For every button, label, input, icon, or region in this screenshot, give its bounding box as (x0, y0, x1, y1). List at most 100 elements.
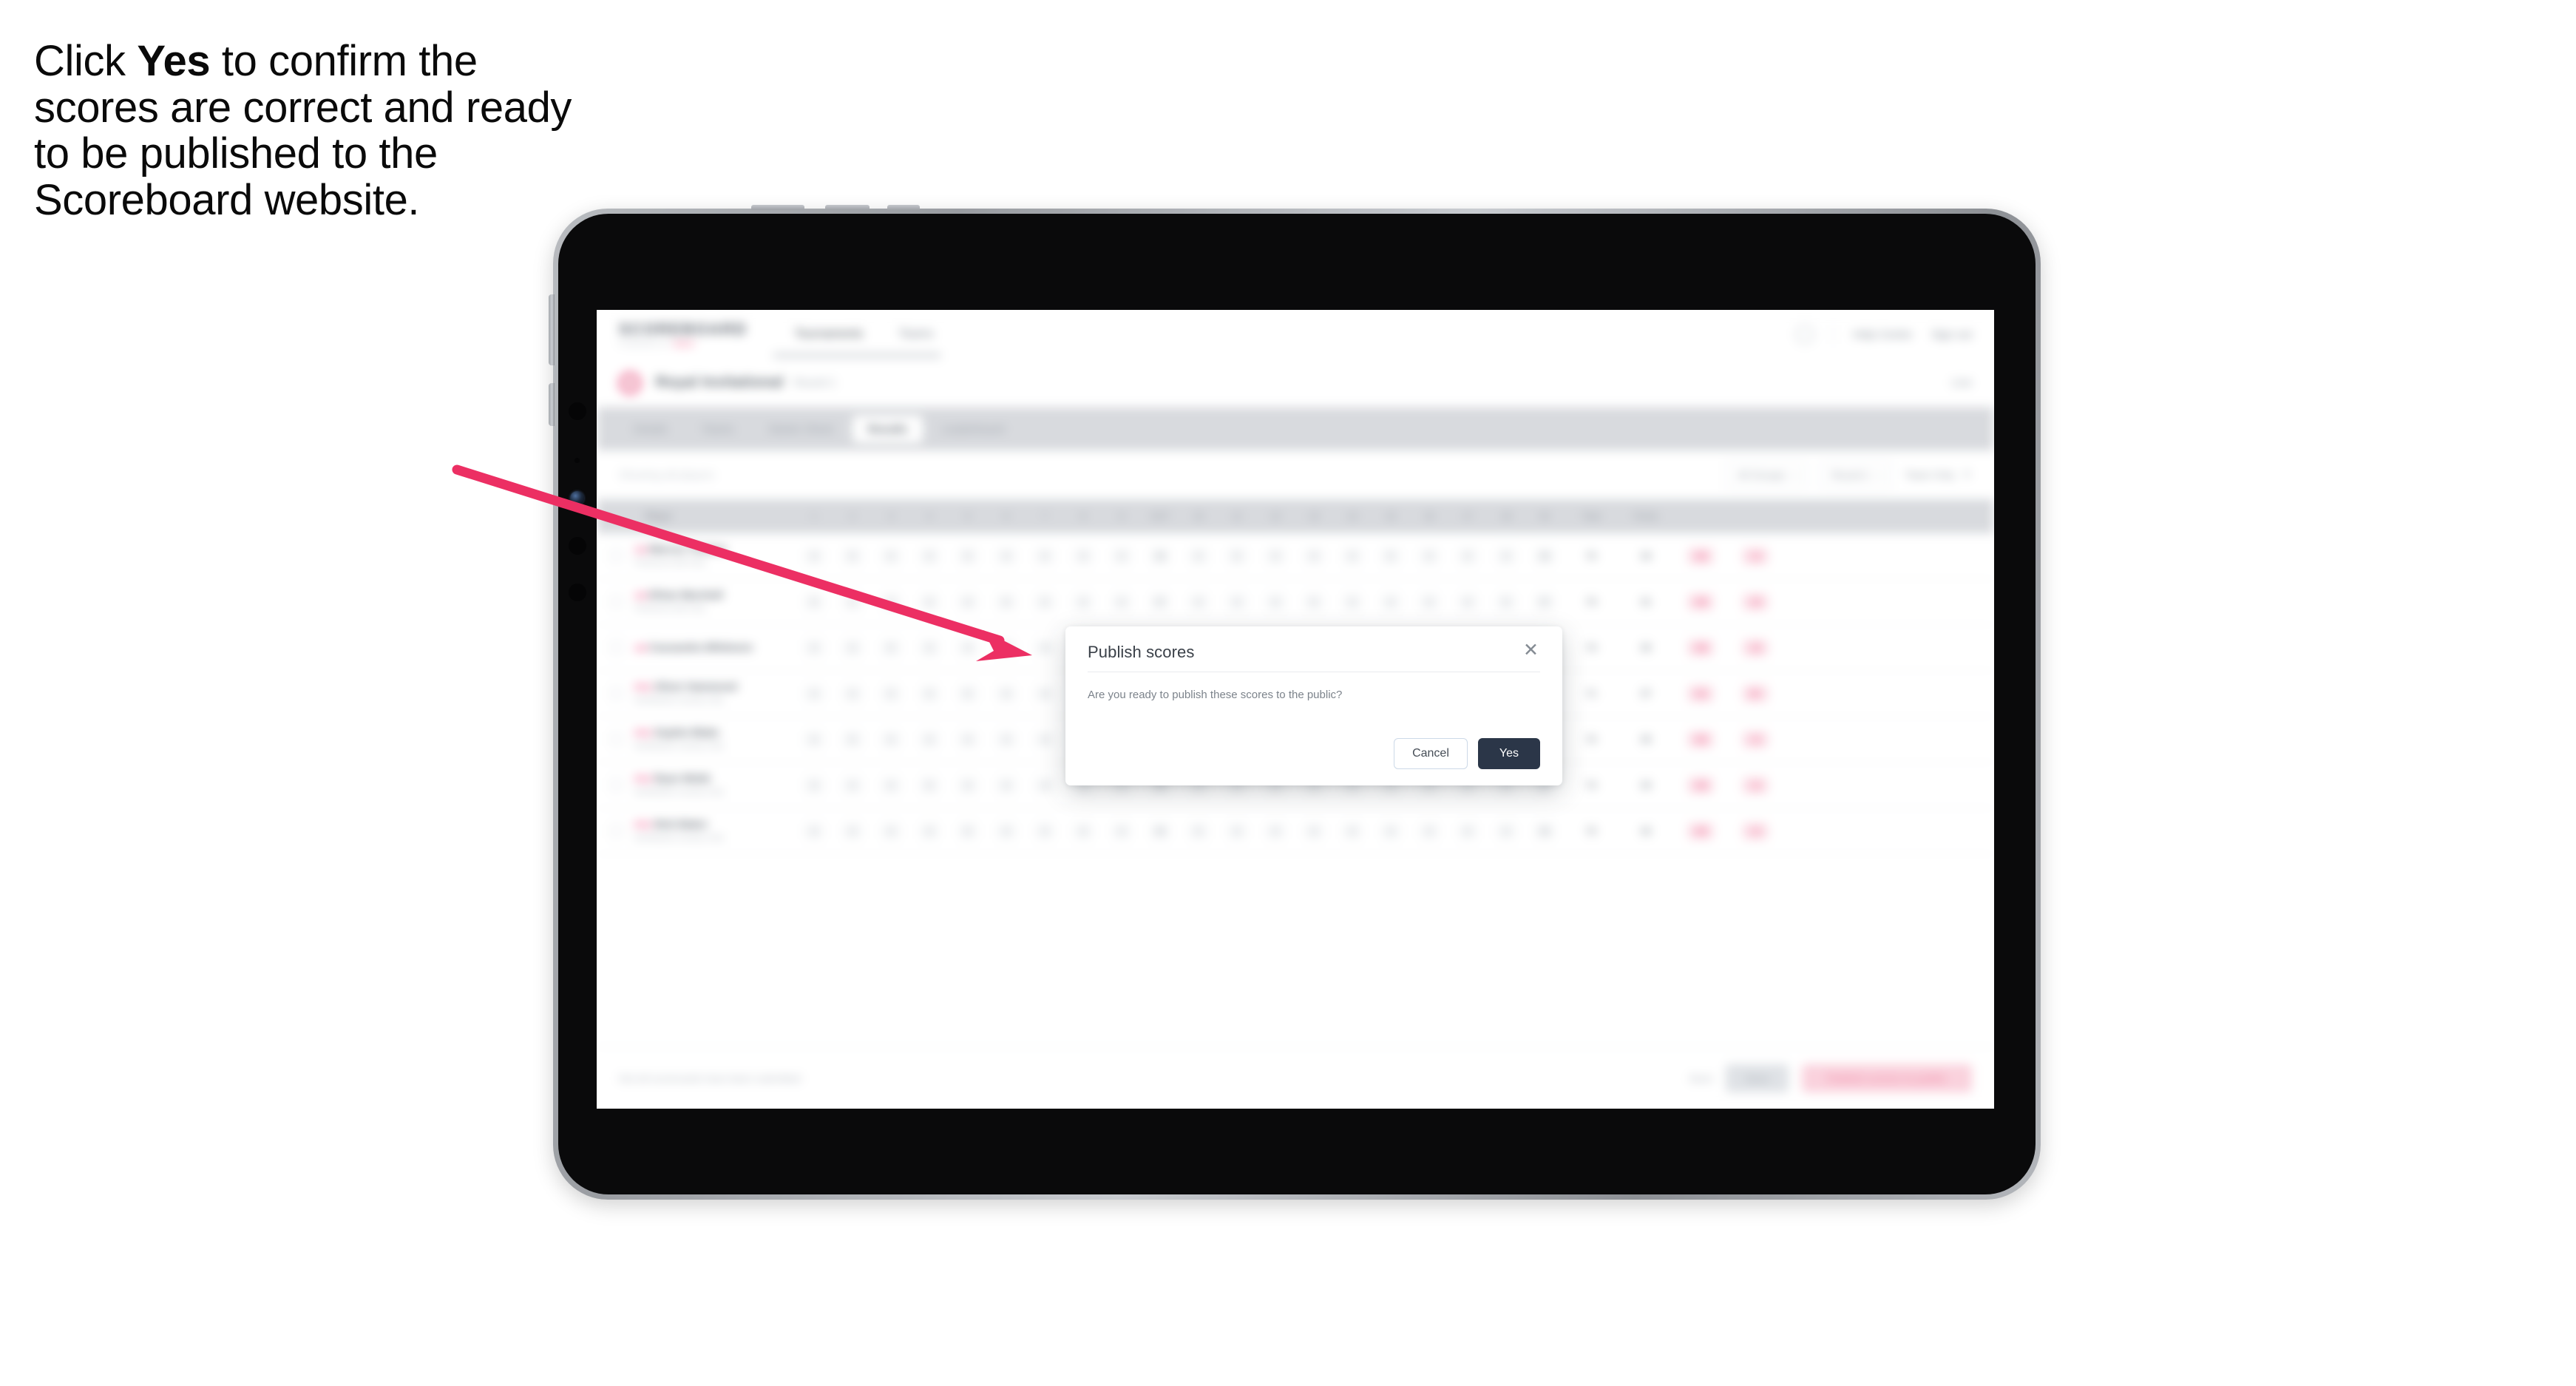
score-cell[interactable]: 3 (1026, 822, 1064, 839)
score-cell[interactable]: 4 (1102, 593, 1141, 610)
score-cell[interactable]: 4 (872, 593, 910, 610)
score-cell[interactable]: 4 (949, 777, 987, 794)
score-cell[interactable]: 5 (987, 593, 1026, 610)
score-cell[interactable]: 5 (949, 685, 987, 702)
score-cell[interactable]: 4 (1372, 822, 1410, 839)
score-cell[interactable]: 37 (1141, 593, 1179, 610)
column-header[interactable]: 3 (872, 511, 910, 521)
score-cell[interactable]: 4 (833, 639, 872, 656)
user-avatar-icon[interactable] (1795, 325, 1814, 343)
column-header[interactable]: 4 (910, 511, 949, 521)
score-cell[interactable]: 4 (795, 547, 833, 564)
score-cell[interactable]: 5 (1487, 593, 1525, 610)
column-header[interactable]: Points (1619, 511, 1673, 521)
column-header[interactable]: 7 (1026, 511, 1064, 521)
score-cell[interactable]: 4 (1256, 593, 1295, 610)
score-cell[interactable]: 4 (910, 731, 949, 748)
column-header[interactable]: IN (1525, 511, 1564, 521)
score-cell[interactable]: 4 (1026, 547, 1064, 564)
score-cell[interactable]: 4 (795, 639, 833, 656)
row-checkbox[interactable] (610, 778, 623, 791)
score-cell[interactable]: 4 (1448, 593, 1487, 610)
score-cell[interactable]: 4 (1026, 639, 1064, 656)
score-cell[interactable]: 4 (1102, 547, 1141, 564)
row-checkbox[interactable] (610, 641, 623, 654)
score-cell[interactable]: 5 (1372, 547, 1410, 564)
score-cell[interactable]: 4 (987, 685, 1026, 702)
score-cell[interactable]: 4 (872, 777, 910, 794)
column-header[interactable]: 18 (1487, 511, 1525, 521)
score-cell[interactable]: 5 (949, 547, 987, 564)
column-header[interactable]: 12 (1256, 511, 1295, 521)
tab-results[interactable]: Results (853, 415, 923, 443)
score-cell[interactable]: 4 (1410, 593, 1448, 610)
score-cell[interactable]: 4 (910, 685, 949, 702)
tab-teams[interactable]: Teams (687, 416, 749, 443)
score-cell[interactable]: 4 (1026, 777, 1064, 794)
score-cell[interactable]: 5 (1295, 593, 1333, 610)
score-cell[interactable]: 4 (872, 731, 910, 748)
score-cell[interactable]: 4 (1448, 822, 1487, 839)
column-header[interactable]: 6 (987, 511, 1026, 521)
score-cell[interactable]: 4 (833, 777, 872, 794)
score-cell[interactable]: 3 (795, 777, 833, 794)
score-cell[interactable]: 4 (1026, 731, 1064, 748)
score-cell[interactable]: 4 (1333, 822, 1372, 839)
column-header[interactable]: Player (610, 511, 795, 521)
table-row[interactable]: AM Ethan Marshall Pinehurst Golf Club 5 4 4 4… (597, 579, 1994, 625)
column-header[interactable]: 9 (1102, 511, 1141, 521)
column-header[interactable]: 17 (1448, 511, 1487, 521)
score-cell[interactable]: 4 (1179, 547, 1218, 564)
score-cell[interactable]: 4 (1026, 685, 1064, 702)
column-header[interactable]: 8 (1064, 511, 1102, 521)
score-cell[interactable]: 3 (1333, 593, 1372, 610)
score-cell[interactable]: 4 (987, 639, 1026, 656)
score-cell[interactable]: 3 (872, 685, 910, 702)
save-button[interactable]: Save (1726, 1064, 1789, 1092)
score-cell[interactable]: 4 (1102, 822, 1141, 839)
score-cell[interactable]: 5 (949, 822, 987, 839)
score-cell[interactable]: 3 (1256, 547, 1295, 564)
display-toggle[interactable]: Team Only ✕ (1905, 467, 1972, 482)
score-cell[interactable]: 4 (1218, 593, 1256, 610)
column-header[interactable]: 5 (949, 511, 987, 521)
cancel-button[interactable]: Cancel (1394, 738, 1468, 769)
app-logo[interactable]: SCOREBOARD POWERED BY GOLF (619, 321, 748, 348)
score-cell[interactable]: 4 (987, 547, 1026, 564)
volume-up-button[interactable] (549, 294, 555, 365)
tab-starter-sheet[interactable]: Starter Sheet (753, 416, 848, 443)
score-cell[interactable]: 4 (1218, 822, 1256, 839)
column-header[interactable]: 16 (1410, 511, 1448, 521)
column-header[interactable]: 1 (795, 511, 833, 521)
round-filter-select[interactable]: Round 1 (1820, 462, 1892, 488)
sign-out-link[interactable]: Sign out (1931, 328, 1972, 341)
score-cell[interactable]: 4 (795, 731, 833, 748)
score-cell[interactable]: 3 (1410, 547, 1448, 564)
score-cell[interactable]: 4 (949, 593, 987, 610)
score-cell[interactable]: 4 (1295, 547, 1333, 564)
score-cell[interactable]: 3 (910, 639, 949, 656)
row-checkbox[interactable] (610, 595, 623, 608)
score-cell[interactable]: 4 (1179, 593, 1218, 610)
score-cell[interactable]: 37 (1525, 593, 1564, 610)
row-checkbox[interactable] (610, 686, 623, 700)
score-cell[interactable]: 4 (1487, 822, 1525, 839)
score-cell[interactable]: 4 (1448, 547, 1487, 564)
close-icon[interactable]: ✕ (1522, 641, 1540, 660)
score-cell[interactable]: 4 (1256, 822, 1295, 839)
score-cell[interactable]: 5 (1179, 822, 1218, 839)
score-cell[interactable]: 4 (1064, 593, 1102, 610)
score-cell[interactable]: 5 (872, 639, 910, 656)
table-row[interactable]: AM Marcus Trenton Pinehurst Golf Club 4 5 4 3… (597, 533, 1994, 579)
power-button[interactable] (751, 205, 804, 210)
tab-details[interactable]: Details (619, 416, 682, 443)
column-header[interactable]: OUT (1141, 511, 1179, 521)
column-header[interactable]: 10 (1179, 511, 1218, 521)
score-cell[interactable]: 5 (833, 547, 872, 564)
score-cell[interactable]: 4 (1333, 547, 1372, 564)
score-cell[interactable]: 4 (872, 822, 910, 839)
column-header[interactable]: 2 (833, 511, 872, 521)
score-cell[interactable]: 4 (987, 777, 1026, 794)
score-cell[interactable]: 5 (795, 593, 833, 610)
score-cell[interactable]: 3 (910, 547, 949, 564)
